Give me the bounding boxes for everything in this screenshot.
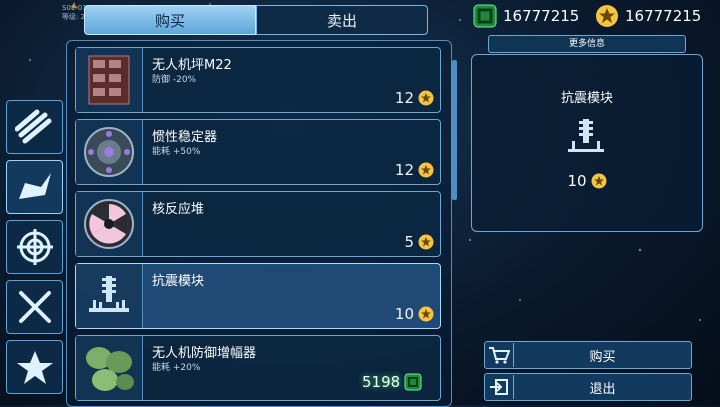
item-price: 12 — [395, 89, 434, 107]
item-effect: 能耗 +20% — [152, 363, 201, 373]
cube-currency-value: 16777215 — [503, 7, 580, 25]
star-coin-icon — [418, 162, 434, 178]
list-item[interactable]: 核反应堆 5 — [75, 191, 441, 257]
balance-value: 5198 — [362, 373, 401, 391]
star-coin-icon — [418, 306, 434, 322]
item-info-panel: 抗震模块 10 — [471, 54, 703, 232]
green-cube-icon — [404, 373, 422, 391]
star-coin-icon — [591, 173, 607, 189]
exit-button[interactable]: 退出 — [484, 373, 692, 401]
item-name: 抗震模块 — [152, 274, 205, 289]
item-name: 无人机防御增幅器 — [152, 346, 257, 361]
list-item[interactable]: 惯性稳定器 能耗 +50% 12 — [75, 119, 441, 185]
item-price: 12 — [395, 161, 434, 179]
price-value: 12 — [394, 89, 414, 107]
buy-button-label: 购买 — [589, 349, 616, 365]
target-icon — [16, 229, 53, 265]
info-price-value: 10 — [567, 172, 587, 190]
category-repair[interactable] — [6, 280, 63, 334]
info-item-name: 抗震模块 — [560, 91, 613, 106]
anti-shock-module-icon — [89, 276, 129, 312]
exit-button-label: 退出 — [589, 381, 616, 397]
price-value: 12 — [394, 161, 414, 179]
star-coin-icon — [418, 90, 434, 106]
tab-sell[interactable]: 卖出 — [256, 5, 428, 35]
shop-item-list[interactable]: 无人机坪M22 防御 -20% 12 惯性稳定器 能耗 +50% 12 核反应堆… — [66, 40, 452, 407]
item-price: 10 — [395, 305, 434, 323]
price-value: 5 — [404, 233, 414, 251]
star-icon — [16, 351, 53, 384]
info-item-price: 10 — [472, 172, 702, 190]
tools-icon — [18, 291, 51, 323]
item-name: 惯性稳定器 — [152, 130, 218, 145]
item-effect: 防御 -20% — [152, 75, 197, 85]
inertial-stabilizer-icon — [84, 127, 134, 177]
star-currency: 16777215 — [595, 4, 701, 28]
star-currency-value: 16777215 — [625, 7, 702, 25]
item-price: 5 — [404, 233, 434, 251]
list-item-selected[interactable]: 抗震模块 10 — [75, 263, 441, 329]
list-scrollbar[interactable] — [452, 60, 457, 200]
item-effect: 能耗 +50% — [152, 147, 201, 157]
star-coin-icon — [596, 5, 618, 27]
item-thumbnail — [76, 336, 143, 400]
item-thumbnail — [76, 48, 143, 112]
drone-pad-icon — [88, 55, 130, 105]
green-cube-icon — [473, 4, 497, 28]
list-item[interactable]: 无人机坪M22 防御 -20% 12 — [75, 47, 441, 113]
item-thumbnail — [76, 192, 143, 256]
shop-tabs: 购买 卖出 — [84, 5, 428, 35]
green-currency-balance: 5198 — [362, 373, 422, 391]
category-targeting[interactable] — [6, 220, 63, 274]
buy-button[interactable]: 购买 — [484, 341, 692, 369]
star-coin-icon — [418, 234, 434, 250]
exit-icon — [485, 375, 514, 399]
item-thumbnail — [76, 264, 143, 328]
tab-buy[interactable]: 购买 — [84, 5, 256, 35]
price-value: 10 — [394, 305, 414, 323]
more-info-header[interactable]: 更多信息 — [488, 35, 686, 53]
item-name: 无人机坪M22 — [152, 58, 232, 73]
category-sidebar — [6, 100, 63, 400]
cube-currency: 16777215 — [473, 4, 579, 28]
pipes-icon — [14, 109, 51, 144]
category-special[interactable] — [6, 340, 63, 394]
category-drones[interactable] — [6, 160, 63, 214]
item-thumbnail — [76, 120, 143, 184]
category-weapons[interactable] — [6, 100, 63, 154]
claw-icon — [18, 173, 51, 199]
drone-defense-booster-icon — [86, 347, 134, 391]
item-name: 核反应堆 — [152, 202, 205, 217]
list-item[interactable]: 无人机防御增幅器 能耗 +20% — [75, 335, 441, 401]
cart-icon — [485, 343, 514, 367]
nuclear-reactor-icon — [84, 199, 134, 249]
anti-shock-module-icon — [568, 119, 604, 152]
